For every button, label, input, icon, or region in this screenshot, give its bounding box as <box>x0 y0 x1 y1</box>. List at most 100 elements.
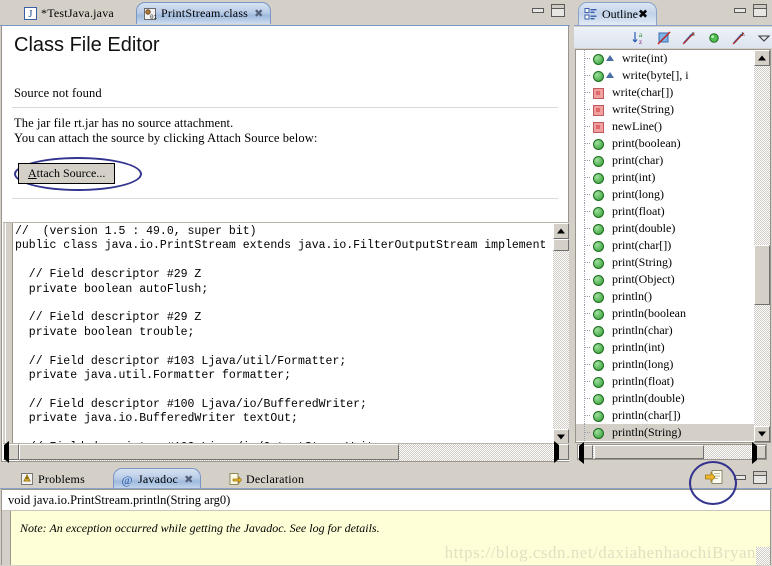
source-detail-line-1: The jar file rt.jar has no source attach… <box>14 116 234 130</box>
public-method-icon <box>593 377 604 388</box>
public-method-icon <box>593 428 604 439</box>
outline-item[interactable]: println(char[]) <box>576 407 770 424</box>
outline-item[interactable]: print(char[]) <box>576 237 770 254</box>
outline-tab-strip: Outline ✖ <box>574 0 772 26</box>
editor-tab-printstream[interactable]: 010 PrintStream.class ✖ <box>136 2 272 24</box>
tab-problems[interactable]: Problems <box>14 468 92 490</box>
tree-connector <box>585 211 590 212</box>
tree-connector <box>585 92 590 93</box>
public-method-icon <box>593 241 604 252</box>
outline-item[interactable]: println(long) <box>576 356 770 373</box>
outline-item[interactable]: print(char) <box>576 152 770 169</box>
tree-connector <box>585 364 590 365</box>
hide-static-icon[interactable]: S <box>681 30 697 46</box>
outline-item[interactable]: write(String) <box>576 101 770 118</box>
scrollbar-trough[interactable] <box>553 239 569 429</box>
scroll-right-arrow-icon[interactable] <box>751 442 766 464</box>
scrollbar-thumb[interactable] <box>754 245 770 305</box>
editor-window-buttons <box>531 4 565 17</box>
scroll-down-arrow-icon[interactable] <box>754 426 770 442</box>
public-method-icon <box>593 411 604 422</box>
bytecode-vertical-scrollbar[interactable] <box>553 223 569 445</box>
editor-tab-label: *TestJava.java <box>41 5 114 20</box>
scrollbar-thumb[interactable] <box>594 445 704 459</box>
outline-item[interactable]: print(double) <box>576 220 770 237</box>
editor-tab-strip: J *TestJava.java 010 PrintStream.class ✖ <box>0 0 570 26</box>
outline-window-buttons <box>733 4 767 17</box>
tab-label: Problems <box>38 471 85 486</box>
outline-item[interactable]: write(char[]) <box>576 84 770 101</box>
abstract-marker-icon <box>606 55 614 61</box>
outline-item[interactable]: print(Object) <box>576 271 770 288</box>
svg-text:J: J <box>29 9 33 20</box>
source-not-found-block: Source not found The jar file rt.jar has… <box>2 86 568 207</box>
tree-connector <box>585 432 590 433</box>
bytecode-horizontal-scrollbar[interactable] <box>3 441 569 463</box>
outline-item[interactable]: println(float) <box>576 373 770 390</box>
sort-alphabetically-icon[interactable]: a z <box>631 30 647 46</box>
bytecode-text[interactable]: // (version 1.5 : 49.0, super bit) publi… <box>15 225 545 443</box>
outline-item[interactable]: println(char) <box>576 322 770 339</box>
close-icon[interactable]: ✖ <box>254 7 263 20</box>
javadoc-content[interactable]: Note: An exception occurred while gettin… <box>2 510 770 565</box>
tab-declaration[interactable]: Declaration <box>222 468 312 490</box>
view-menu-icon[interactable] <box>756 30 772 46</box>
problems-icon <box>20 472 34 486</box>
outline-item[interactable]: print(float) <box>576 203 770 220</box>
outline-tab[interactable]: Outline ✖ <box>578 2 658 25</box>
public-method-icon <box>593 343 604 354</box>
public-method-icon <box>593 139 604 150</box>
outline-item[interactable]: print(String) <box>576 254 770 271</box>
outline-item[interactable]: newLine() <box>576 118 770 135</box>
svg-text:010: 010 <box>150 14 157 21</box>
scroll-left-arrow-icon[interactable] <box>578 442 593 464</box>
outline-tree[interactable]: write(int) write(byte[], i write(char[]) wr… <box>575 49 771 443</box>
minimize-icon[interactable] <box>531 4 544 16</box>
outline-item[interactable]: println() <box>576 288 770 305</box>
tab-label: Declaration <box>246 471 305 486</box>
outline-horizontal-scrollbar[interactable] <box>577 442 767 464</box>
attach-source-button[interactable]: Attach Source... <box>18 163 116 184</box>
tab-javadoc[interactable]: @ Javadoc ✖ <box>113 468 202 490</box>
javadoc-error-note: Note: An exception occurred while gettin… <box>20 521 380 535</box>
outline-item-label: println(double) <box>612 391 685 405</box>
outline-item[interactable]: println(boolean <box>576 305 770 322</box>
outline-item[interactable]: println(int) <box>576 339 770 356</box>
tree-connector <box>585 296 590 297</box>
outline-item[interactable]: print(long) <box>576 186 770 203</box>
public-method-icon <box>593 275 604 286</box>
svg-text:S: S <box>692 32 695 38</box>
outline-item[interactable]: println(double) <box>576 390 770 407</box>
outline-item[interactable]: print(boolean) <box>576 135 770 152</box>
scrollbar-thumb[interactable] <box>19 444 399 460</box>
close-icon[interactable]: ✖ <box>638 7 648 22</box>
editor-tab-testjava[interactable]: J *TestJava.java <box>18 2 121 24</box>
maximize-icon[interactable] <box>753 4 767 17</box>
outline-item[interactable]: write(byte[], i <box>576 67 770 84</box>
close-icon[interactable]: ✖ <box>184 473 193 486</box>
minimize-icon[interactable] <box>733 4 746 16</box>
outline-item[interactable]: println(String) <box>576 424 770 441</box>
scroll-left-arrow-icon[interactable] <box>3 441 19 463</box>
private-method-icon <box>593 122 604 133</box>
scroll-right-arrow-icon[interactable] <box>553 441 569 463</box>
outline-item-label: print(char[]) <box>612 238 672 252</box>
maximize-icon[interactable] <box>551 4 565 17</box>
hide-fields-icon[interactable] <box>656 30 672 46</box>
outline-item[interactable]: write(int) <box>576 50 770 67</box>
maximize-icon[interactable] <box>753 471 767 484</box>
scroll-up-arrow-icon[interactable] <box>754 50 770 66</box>
hide-non-public-icon[interactable] <box>706 30 722 46</box>
outline-item-label: write(int) <box>622 51 668 65</box>
public-method-icon <box>593 54 604 65</box>
scroll-up-arrow-icon[interactable] <box>553 223 569 239</box>
scrollbar-thumb[interactable] <box>553 239 569 251</box>
public-method-icon <box>593 360 604 371</box>
page-title: Class File Editor <box>14 34 160 56</box>
editor-tab-label: PrintStream.class <box>161 6 249 20</box>
outline-item[interactable]: print(int) <box>576 169 770 186</box>
public-method-icon <box>593 326 604 337</box>
javadoc-signature: void java.io.PrintStream.println(String … <box>2 490 770 510</box>
hide-local-types-icon[interactable]: L <box>731 30 747 46</box>
outline-vertical-scrollbar[interactable] <box>754 50 770 442</box>
